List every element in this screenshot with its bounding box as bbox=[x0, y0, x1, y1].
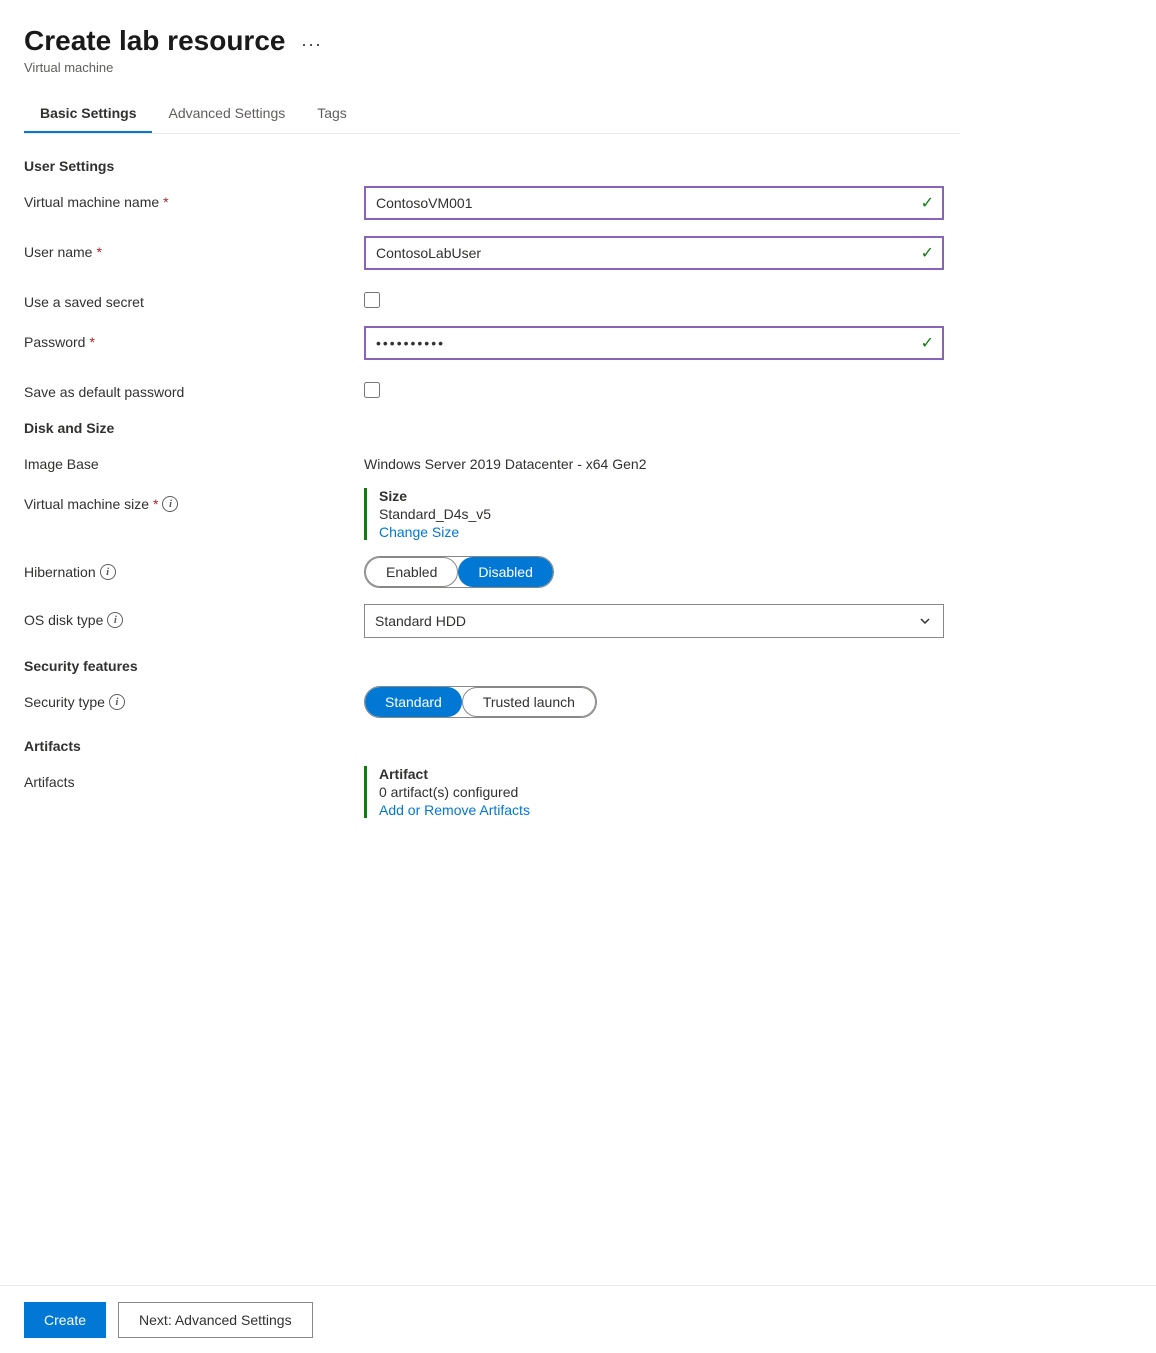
vm-name-input[interactable] bbox=[364, 186, 944, 220]
vm-name-required: * bbox=[163, 194, 168, 210]
page-title: Create lab resource bbox=[24, 24, 285, 58]
artifacts-control: Artifact 0 artifact(s) configured Add or… bbox=[364, 766, 944, 818]
hibernation-row: Hibernation i Enabled Disabled bbox=[24, 556, 960, 588]
artifact-header: Artifact bbox=[379, 766, 944, 782]
security-standard-btn[interactable]: Standard bbox=[365, 687, 462, 717]
add-remove-artifacts-link[interactable]: Add or Remove Artifacts bbox=[379, 802, 944, 818]
vm-name-input-wrapper: ✓ bbox=[364, 186, 944, 220]
footer: Create Next: Advanced Settings bbox=[0, 1285, 1156, 1353]
hibernation-control: Enabled Disabled bbox=[364, 556, 944, 588]
security-trusted-btn[interactable]: Trusted launch bbox=[462, 687, 596, 717]
vm-size-info-icon: i bbox=[162, 496, 178, 512]
username-required: * bbox=[96, 244, 101, 260]
vm-name-check-icon: ✓ bbox=[921, 193, 934, 213]
size-block: Size Standard_D4s_v5 Change Size bbox=[364, 488, 944, 540]
password-row: Password * ✓ bbox=[24, 326, 960, 360]
artifact-block: Artifact 0 artifact(s) configured Add or… bbox=[364, 766, 944, 818]
save-default-password-label: Save as default password bbox=[24, 376, 364, 400]
artifacts-section-header: Artifacts bbox=[24, 738, 960, 754]
save-default-password-control bbox=[364, 376, 944, 398]
image-base-row: Image Base Windows Server 2019 Datacente… bbox=[24, 448, 960, 472]
save-default-password-checkbox[interactable] bbox=[364, 382, 380, 398]
tab-basic-settings[interactable]: Basic Settings bbox=[24, 95, 152, 133]
os-disk-type-row: OS disk type i Standard HDD Standard SSD… bbox=[24, 604, 960, 638]
disk-size-header: Disk and Size bbox=[24, 420, 960, 436]
username-control: ✓ bbox=[364, 236, 944, 270]
password-check-icon: ✓ bbox=[921, 333, 934, 353]
vm-size-row: Virtual machine size * i Size Standard_D… bbox=[24, 488, 960, 540]
os-disk-type-label: OS disk type i bbox=[24, 604, 364, 628]
os-disk-type-info-icon: i bbox=[107, 612, 123, 628]
vm-size-required: * bbox=[153, 496, 158, 512]
os-disk-type-control: Standard HDD Standard SSD Premium SSD bbox=[364, 604, 944, 638]
password-control: ✓ bbox=[364, 326, 944, 360]
tabs-container: Basic Settings Advanced Settings Tags bbox=[24, 95, 960, 134]
save-default-password-row: Save as default password bbox=[24, 376, 960, 400]
hibernation-info-icon: i bbox=[100, 564, 116, 580]
security-type-row: Security type i Standard Trusted launch bbox=[24, 686, 960, 718]
size-block-header: Size bbox=[379, 488, 944, 504]
saved-secret-label: Use a saved secret bbox=[24, 286, 364, 310]
saved-secret-control bbox=[364, 286, 944, 308]
artifacts-label: Artifacts bbox=[24, 766, 364, 790]
size-block-value: Standard_D4s_v5 bbox=[379, 506, 944, 522]
os-disk-type-select[interactable]: Standard HDD Standard SSD Premium SSD bbox=[364, 604, 944, 638]
password-input-wrapper: ✓ bbox=[364, 326, 944, 360]
password-label: Password * bbox=[24, 326, 364, 350]
hibernation-label: Hibernation i bbox=[24, 556, 364, 580]
saved-secret-checkbox[interactable] bbox=[364, 292, 380, 308]
ellipsis-button[interactable]: ... bbox=[295, 28, 328, 53]
image-base-value: Windows Server 2019 Datacenter - x64 Gen… bbox=[364, 448, 944, 472]
page-subtitle: Virtual machine bbox=[24, 60, 960, 75]
hibernation-enabled-btn[interactable]: Enabled bbox=[365, 557, 458, 587]
username-input[interactable] bbox=[364, 236, 944, 270]
tab-advanced-settings[interactable]: Advanced Settings bbox=[152, 95, 301, 133]
security-type-info-icon: i bbox=[109, 694, 125, 710]
change-size-link[interactable]: Change Size bbox=[379, 524, 944, 540]
username-row: User name * ✓ bbox=[24, 236, 960, 270]
vm-size-control: Size Standard_D4s_v5 Change Size bbox=[364, 488, 944, 540]
next-advanced-settings-button[interactable]: Next: Advanced Settings bbox=[118, 1302, 313, 1338]
security-type-toggle-group: Standard Trusted launch bbox=[364, 686, 597, 718]
create-button[interactable]: Create bbox=[24, 1302, 106, 1338]
hibernation-toggle-group: Enabled Disabled bbox=[364, 556, 554, 588]
vm-size-label: Virtual machine size * i bbox=[24, 488, 364, 512]
save-default-password-checkbox-wrapper bbox=[364, 376, 944, 398]
artifact-count: 0 artifact(s) configured bbox=[379, 784, 944, 800]
vm-name-control: ✓ bbox=[364, 186, 944, 220]
security-type-control: Standard Trusted launch bbox=[364, 686, 944, 718]
user-settings-header: User Settings bbox=[24, 158, 960, 174]
artifacts-row: Artifacts Artifact 0 artifact(s) configu… bbox=[24, 766, 960, 818]
image-base-label: Image Base bbox=[24, 448, 364, 472]
security-type-label: Security type i bbox=[24, 686, 364, 710]
username-label: User name * bbox=[24, 236, 364, 260]
saved-secret-row: Use a saved secret bbox=[24, 286, 960, 310]
hibernation-disabled-btn[interactable]: Disabled bbox=[458, 557, 552, 587]
username-input-wrapper: ✓ bbox=[364, 236, 944, 270]
image-base-text: Windows Server 2019 Datacenter - x64 Gen… bbox=[364, 448, 944, 472]
security-features-header: Security features bbox=[24, 658, 960, 674]
password-input[interactable] bbox=[364, 326, 944, 360]
username-check-icon: ✓ bbox=[921, 243, 934, 263]
tab-tags[interactable]: Tags bbox=[301, 95, 363, 133]
saved-secret-checkbox-wrapper bbox=[364, 286, 944, 308]
vm-name-row: Virtual machine name * ✓ bbox=[24, 186, 960, 220]
password-required: * bbox=[89, 334, 94, 350]
vm-name-label: Virtual machine name * bbox=[24, 186, 364, 210]
